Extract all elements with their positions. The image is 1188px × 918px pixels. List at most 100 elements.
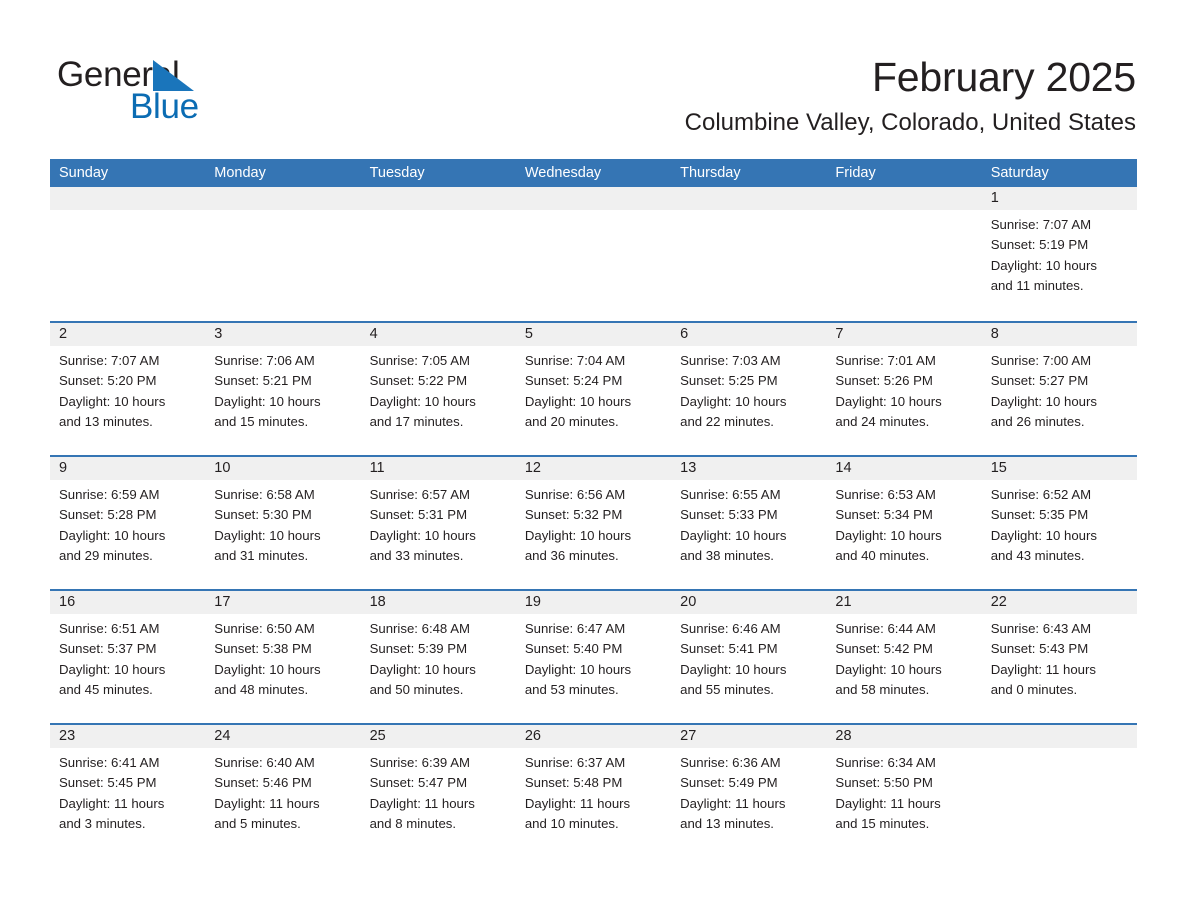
day-info-line: Sunrise: 6:51 AM: [59, 621, 160, 636]
calendar-empty-cell: [515, 187, 672, 321]
day-number-strip: 21: [826, 591, 982, 614]
day-info-line: and 50 minutes.: [369, 681, 464, 697]
day-number-strip: 19: [515, 591, 672, 614]
calendar-day-cell[interactable]: 24 Sunrise: 6:40 AM Sunset: 5:46 PM Dayligh…: [205, 725, 361, 857]
weekday-header-monday: Monday: [214, 165, 266, 181]
day-info-line: Sunset: 5:27 PM: [990, 373, 1089, 389]
calendar-day-cell[interactable]: 5 Sunrise: 7:04 AM Sunset: 5:24 PM Daylight…: [515, 323, 672, 455]
calendar-day-cell[interactable]: 11 Sunrise: 6:57 AM Sunset: 5:31 PM Dayligh…: [360, 457, 516, 589]
day-sun-info: Sunrise: 6:41 AM Sunset: 5:45 PM Daylight:…: [50, 748, 205, 834]
day-number: 17: [214, 594, 231, 610]
calendar-day-cell[interactable]: 20 Sunrise: 6:46 AM Sunset: 5:41 PM Dayligh…: [671, 591, 827, 723]
calendar-day-cell[interactable]: 3 Sunrise: 7:06 AM Sunset: 5:21 PM Daylight…: [205, 323, 361, 455]
day-info-line: Sunrise: 6:50 AM: [214, 621, 315, 636]
calendar-day-cell[interactable]: 23 Sunrise: 6:41 AM Sunset: 5:45 PM Dayligh…: [50, 725, 206, 857]
calendar-day-cell[interactable]: 25 Sunrise: 6:39 AM Sunset: 5:47 PM Dayligh…: [360, 725, 516, 857]
day-info-line: Sunrise: 6:36 AM: [680, 755, 781, 770]
day-info-line: Daylight: 10 hours: [990, 393, 1097, 409]
day-number-strip: 23: [50, 725, 206, 748]
day-info-line: Daylight: 10 hours: [214, 393, 321, 409]
day-sun-info: Sunrise: 6:46 AM Sunset: 5:41 PM Daylight:…: [671, 614, 826, 700]
calendar-day-cell[interactable]: 7 Sunrise: 7:01 AM Sunset: 5:26 PM Daylight…: [826, 323, 982, 455]
day-info-line: Daylight: 10 hours: [59, 527, 166, 543]
day-sun-info: Sunrise: 7:03 AM Sunset: 5:25 PM Daylight:…: [671, 346, 826, 432]
day-info-line: Daylight: 10 hours: [59, 393, 166, 409]
day-info-line: Daylight: 10 hours: [524, 393, 632, 409]
calendar-day-cell[interactable]: 2 Sunrise: 7:07 AM Sunset: 5:20 PM Daylight…: [50, 323, 206, 455]
weekday-header-wednesday: Wednesday: [524, 165, 602, 181]
calendar-day-cell[interactable]: 1 Sunrise: 7:07 AM Sunset: 5:19 PM Daylight…: [981, 187, 1137, 321]
day-info-line: and 48 minutes.: [214, 681, 309, 697]
day-number: 4: [369, 326, 378, 342]
day-sun-info: Sunrise: 6:53 AM Sunset: 5:34 PM Daylight:…: [826, 480, 981, 566]
day-info-line: Sunrise: 6:37 AM: [524, 755, 626, 770]
calendar-day-cell[interactable]: 10 Sunrise: 6:58 AM Sunset: 5:30 PM Dayligh…: [205, 457, 361, 589]
day-info-line: Daylight: 11 hours: [990, 661, 1096, 677]
calendar-day-cell[interactable]: 8 Sunrise: 7:00 AM Sunset: 5:27 PM Daylight…: [981, 323, 1137, 455]
calendar-day-cell[interactable]: 16 Sunrise: 6:51 AM Sunset: 5:37 PM Dayligh…: [50, 591, 206, 723]
calendar-day-cell[interactable]: 12 Sunrise: 6:56 AM Sunset: 5:32 PM Dayligh…: [515, 457, 672, 589]
day-info-line: Sunrise: 6:34 AM: [835, 755, 936, 770]
calendar-day-cell[interactable]: 6 Sunrise: 7:03 AM Sunset: 5:25 PM Daylight…: [671, 323, 827, 455]
calendar-day-cell[interactable]: 22 Sunrise: 6:43 AM Sunset: 5:43 PM Dayligh…: [981, 591, 1137, 723]
day-info-line: and 0 minutes.: [990, 681, 1078, 697]
day-info-line: Sunrise: 6:44 AM: [835, 621, 936, 636]
day-info-line: Sunrise: 7:01 AM: [835, 353, 936, 368]
day-info-line: Sunset: 5:21 PM: [214, 373, 312, 389]
day-sun-info: Sunrise: 6:55 AM Sunset: 5:33 PM Daylight:…: [671, 480, 826, 566]
day-sun-info: Sunrise: 7:06 AM Sunset: 5:21 PM Daylight:…: [205, 346, 360, 432]
calendar-week-row: 23 Sunrise: 6:41 AM Sunset: 5:45 PM Dayligh…: [50, 723, 1137, 857]
calendar-day-cell[interactable]: 17 Sunrise: 6:50 AM Sunset: 5:38 PM Dayligh…: [205, 591, 361, 723]
day-info-line: and 11 minutes.: [990, 277, 1084, 293]
day-info-line: Sunrise: 6:56 AM: [524, 487, 626, 502]
day-info-line: Daylight: 11 hours: [59, 795, 165, 811]
day-number-strip: 6: [671, 323, 827, 346]
calendar-day-cell[interactable]: 28 Sunrise: 6:34 AM Sunset: 5:50 PM Dayligh…: [826, 725, 982, 857]
day-number-strip: [515, 187, 672, 210]
calendar-day-cell[interactable]: 27 Sunrise: 6:36 AM Sunset: 5:49 PM Dayligh…: [671, 725, 827, 857]
calendar-day-cell[interactable]: 15 Sunrise: 6:52 AM Sunset: 5:35 PM Dayligh…: [981, 457, 1137, 589]
calendar-day-cell[interactable]: 26 Sunrise: 6:37 AM Sunset: 5:48 PM Dayligh…: [515, 725, 672, 857]
day-number-strip: 3: [205, 323, 361, 346]
day-number: 27: [680, 728, 697, 744]
calendar-day-cell[interactable]: 18 Sunrise: 6:48 AM Sunset: 5:39 PM Dayligh…: [360, 591, 516, 723]
day-info-line: Daylight: 10 hours: [214, 661, 321, 677]
day-number: 15: [990, 460, 1007, 476]
day-sun-info: Sunrise: 6:58 AM Sunset: 5:30 PM Daylight:…: [205, 480, 360, 566]
day-info-line: and 55 minutes.: [680, 681, 774, 697]
calendar-day-cell[interactable]: 14 Sunrise: 6:53 AM Sunset: 5:34 PM Dayligh…: [826, 457, 982, 589]
day-info-line: Sunset: 5:42 PM: [835, 641, 933, 657]
calendar-day-cell[interactable]: 9 Sunrise: 6:59 AM Sunset: 5:28 PM Daylight…: [50, 457, 206, 589]
day-number-strip: [981, 725, 1137, 748]
calendar-day-cell[interactable]: 4 Sunrise: 7:05 AM Sunset: 5:22 PM Daylight…: [360, 323, 516, 455]
day-sun-info: Sunrise: 6:51 AM Sunset: 5:37 PM Daylight:…: [50, 614, 205, 700]
weekday-header-saturday: Saturday: [990, 165, 1049, 181]
day-info-line: Daylight: 10 hours: [369, 393, 476, 409]
day-info-line: Sunset: 5:41 PM: [680, 641, 778, 657]
day-info-line: Sunrise: 6:55 AM: [680, 487, 781, 502]
day-number-strip: 18: [360, 591, 516, 614]
calendar-day-cell[interactable]: 13 Sunrise: 6:55 AM Sunset: 5:33 PM Dayligh…: [671, 457, 827, 589]
day-info-line: Sunrise: 6:46 AM: [680, 621, 781, 636]
general-blue-logo[interactable]: General Blue: [57, 55, 317, 127]
day-number-strip: 2: [50, 323, 206, 346]
day-info-line: Daylight: 11 hours: [835, 795, 941, 811]
day-number-strip: 9: [50, 457, 206, 480]
day-info-line: Sunset: 5:33 PM: [680, 507, 778, 523]
day-number-strip: [50, 187, 206, 210]
day-sun-info: Sunrise: 6:36 AM Sunset: 5:49 PM Daylight:…: [671, 748, 826, 834]
calendar-day-cell[interactable]: 19 Sunrise: 6:47 AM Sunset: 5:40 PM Dayligh…: [515, 591, 672, 723]
day-sun-info: Sunrise: 6:37 AM Sunset: 5:48 PM Daylight:…: [516, 748, 671, 834]
day-info-line: and 58 minutes.: [835, 681, 930, 697]
calendar-page: General Blue February 2025 Columbine Val…: [0, 0, 1188, 918]
day-info-line: and 33 minutes.: [369, 547, 464, 563]
day-info-line: Sunrise: 6:40 AM: [214, 755, 315, 770]
day-info-line: and 26 minutes.: [990, 413, 1085, 429]
day-info-line: Sunset: 5:48 PM: [524, 775, 623, 791]
day-info-line: Daylight: 10 hours: [524, 527, 632, 543]
day-sun-info: Sunrise: 7:05 AM Sunset: 5:22 PM Daylight:…: [361, 346, 516, 432]
day-info-line: and 24 minutes.: [835, 413, 930, 429]
calendar-day-cell[interactable]: 21 Sunrise: 6:44 AM Sunset: 5:42 PM Dayligh…: [826, 591, 982, 723]
calendar-empty-cell: [826, 187, 982, 321]
day-number-strip: 10: [205, 457, 361, 480]
